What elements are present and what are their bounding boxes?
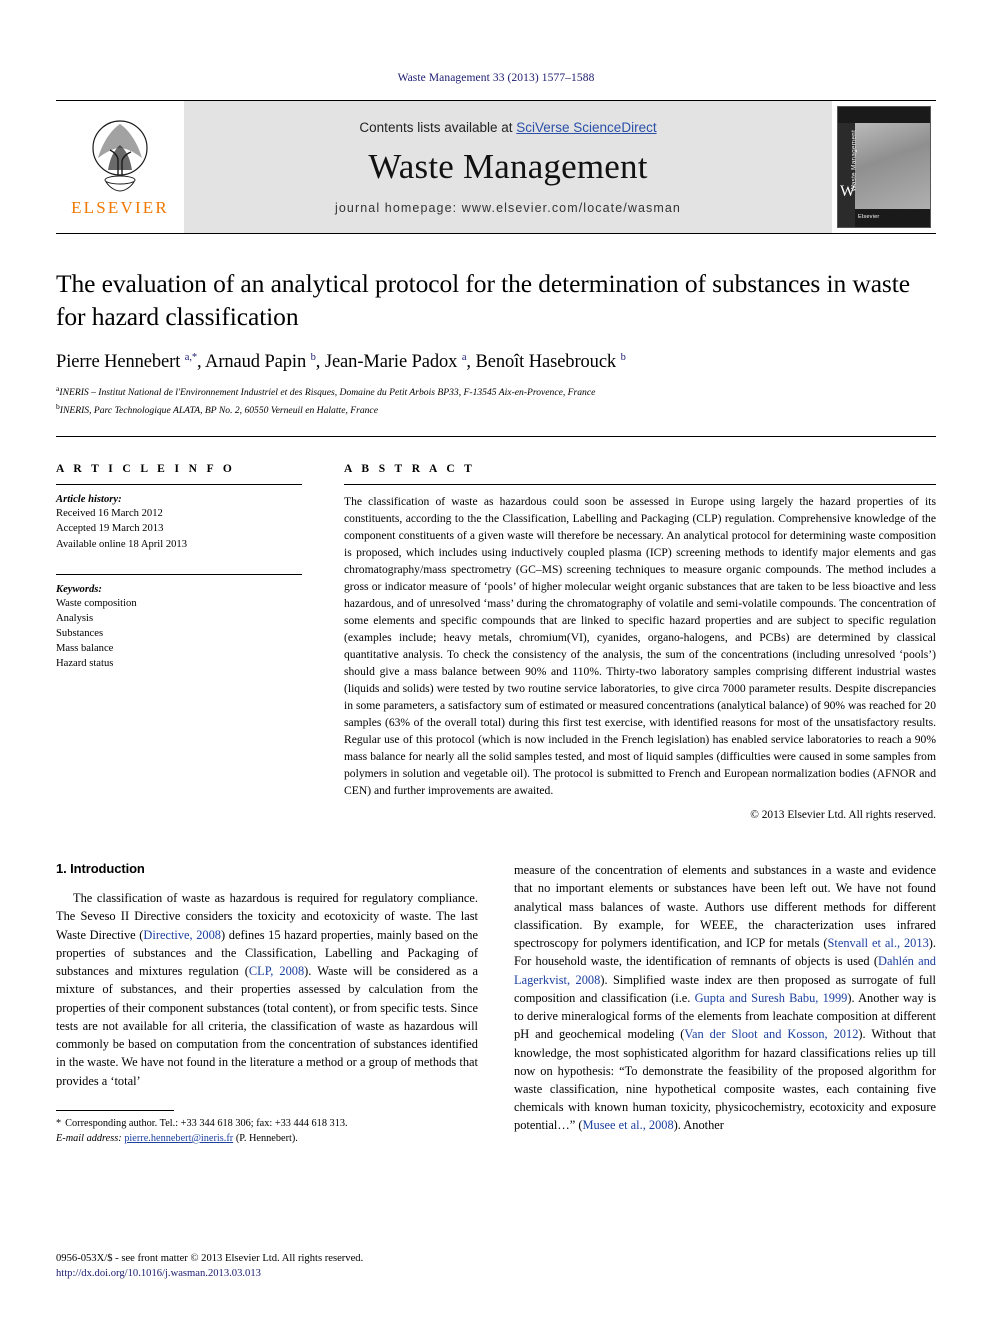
article-info-label: A R T I C L E I N F O: [56, 463, 236, 476]
abstract-copyright: © 2013 Elsevier Ltd. All rights reserved…: [750, 809, 936, 822]
title-block: The evaluation of an analytical protocol…: [56, 268, 936, 418]
contents-prefix: Contents lists available at: [359, 119, 517, 135]
abstract-column: A B S T R A C T The classification of wa…: [344, 463, 936, 821]
page-footer: 0956-053X/$ - see front matter © 2013 El…: [56, 1251, 576, 1281]
footnote-email-label: E-mail address:: [56, 1132, 122, 1144]
footnote-corresponding-author-text: Corresponding author. Tel.: +33 344 618 …: [65, 1117, 348, 1129]
footnote-email-link[interactable]: pierre.hennebert@ineris.fr: [124, 1133, 233, 1144]
journal-title: Waste Management: [368, 146, 648, 186]
footnote-email-owner: (P. Hennebert).: [235, 1132, 298, 1144]
history-accepted: Accepted 19 March 2013: [56, 523, 164, 535]
affiliation-a-text: INERIS – Institut National de l'Environn…: [59, 387, 596, 399]
article-page: Waste Management 33 (2013) 1577–1588 ELS…: [0, 0, 992, 1323]
footer-issn-line: 0956-053X/$ - see front matter © 2013 El…: [56, 1252, 364, 1264]
body-column-right: measure of the concentration of elements…: [514, 861, 936, 1146]
affiliation-a: aINERIS – Institut National de l'Environ…: [56, 383, 936, 401]
affiliation-b-text: INERIS, Parc Technologique ALATA, BP No.…: [59, 405, 378, 417]
keyword-item: Mass balance: [56, 642, 114, 654]
asterisk-icon: *: [56, 1117, 62, 1129]
abstract-label: A B S T R A C T: [344, 463, 476, 476]
abstract-rule: [344, 484, 936, 486]
journal-masthead: ELSEVIER Contents lists available at Sci…: [56, 100, 936, 234]
title-divider: [56, 436, 936, 438]
journal-cover: Waste Management W Elsevier: [832, 101, 936, 233]
keyword-item: Substances: [56, 627, 104, 639]
contents-available-line: Contents lists available at SciVerse Sci…: [359, 120, 656, 135]
article-info-rule: [56, 484, 302, 486]
elsevier-tree-icon: [92, 120, 148, 192]
affiliation-list: aINERIS – Institut National de l'Environ…: [56, 383, 936, 418]
cover-badge: W: [840, 183, 856, 200]
affiliation-b: bINERIS, Parc Technologique ALATA, BP No…: [56, 401, 936, 419]
body-column-left: 1. Introduction The classification of wa…: [56, 861, 478, 1146]
journal-cover-thumbnail: Waste Management W Elsevier: [837, 106, 931, 228]
history-available-online: Available online 18 April 2013: [56, 538, 188, 550]
abstract-text: The classification of waste as hazardous…: [344, 495, 936, 798]
keyword-item: Hazard status: [56, 657, 114, 669]
keyword-item: Analysis: [56, 612, 94, 624]
sciencedirect-link[interactable]: SciVerse ScienceDirect: [516, 120, 656, 135]
keywords-block: Keywords: Waste composition Analysis Sub…: [56, 573, 302, 671]
introduction-paragraph-left: The classification of waste as hazardous…: [56, 891, 479, 1088]
history-received: Received 16 March 2012: [56, 508, 163, 520]
keyword-item: Waste composition: [56, 597, 137, 609]
cover-spine: Waste Management: [838, 123, 858, 227]
introduction-paragraph-right: measure of the concentration of elements…: [514, 863, 937, 1133]
article-history-heading: Article history:: [56, 494, 122, 506]
corresponding-author-footnote: * Corresponding author. Tel.: +33 344 618…: [56, 1109, 478, 1147]
body-columns: 1. Introduction The classification of wa…: [56, 861, 936, 1146]
journal-banner: Contents lists available at SciVerse Sci…: [184, 101, 832, 233]
elsevier-wordmark: ELSEVIER: [71, 198, 169, 217]
keywords-heading: Keywords:: [56, 583, 102, 595]
journal-homepage[interactable]: journal homepage: www.elsevier.com/locat…: [335, 201, 681, 215]
running-head: Waste Management 33 (2013) 1577–1588: [397, 72, 595, 84]
article-title: The evaluation of an analytical protocol…: [56, 269, 910, 331]
footer-doi-line[interactable]: http://dx.doi.org/10.1016/j.wasman.2013.…: [56, 1266, 576, 1281]
footnote-email: E-mail address: pierre.hennebert@ineris.…: [56, 1132, 478, 1147]
cover-bottom-text: Elsevier: [858, 214, 880, 220]
section-heading-introduction: 1. Introduction: [56, 861, 145, 877]
article-info-column: A R T I C L E I N F O Article history: R…: [56, 463, 302, 821]
elsevier-logo: ELSEVIER: [56, 101, 184, 233]
footnote-corresponding-author: * Corresponding author. Tel.: +33 344 618…: [56, 1117, 478, 1132]
info-abstract-row: A R T I C L E I N F O Article history: R…: [56, 463, 936, 821]
cover-bottom-bar: Elsevier: [855, 209, 930, 227]
author-list: Pierre Hennebert a,*, Arnaud Papin b, Je…: [56, 352, 626, 373]
